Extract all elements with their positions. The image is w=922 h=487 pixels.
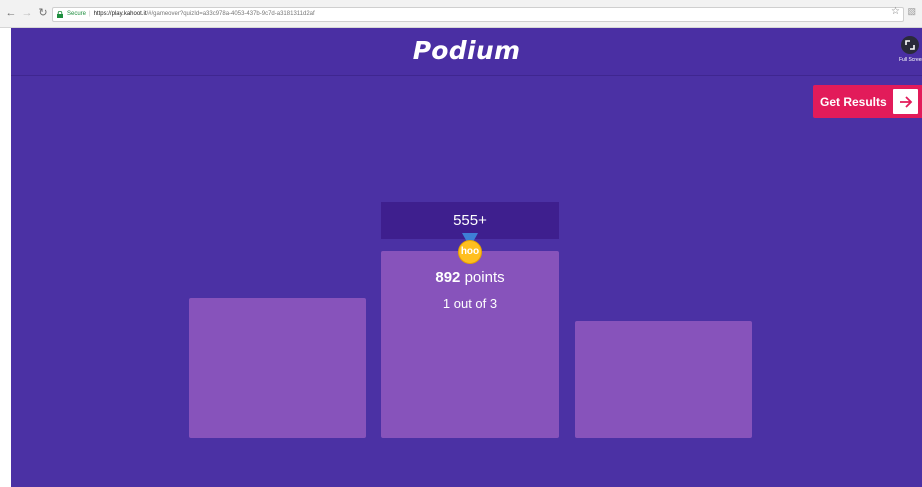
fullscreen-button[interactable]: Full Screen <box>899 36 922 70</box>
fullscreen-label: Full Screen <box>899 57 922 63</box>
arrow-right-icon <box>893 89 918 114</box>
get-results-button[interactable]: Get Results <box>813 85 922 118</box>
gold-medal-icon: hoo <box>458 233 482 265</box>
lock-icon <box>57 11 63 18</box>
forward-arrow-icon[interactable]: → <box>20 6 34 20</box>
browser-toolbar: ← → ↻ Secure | https://play.kahoot.it/#/ga… <box>0 0 922 28</box>
winner-rank: 1 out of 3 <box>442 296 498 311</box>
fullscreen-icon <box>901 36 919 54</box>
podium-third-place <box>575 321 752 438</box>
points-value: 892 <box>435 269 461 286</box>
url-separator: | <box>89 11 91 17</box>
reload-icon[interactable]: ↻ <box>36 6 50 20</box>
secure-label: Secure <box>67 11 87 17</box>
app-header: Podium Full Screen <box>11 28 922 76</box>
url-path: /#/gameover?quizId=a33c978a-4053-437b-9c… <box>146 11 315 17</box>
points-unit: points <box>464 269 505 286</box>
address-bar[interactable]: Secure | https://play.kahoot.it/#/gameover… <box>52 7 904 22</box>
extension-icon[interactable]: ▧ <box>907 6 916 17</box>
medal-label: hoo <box>458 240 482 264</box>
podium-second-place <box>189 298 366 438</box>
winner-points: 892 points <box>381 269 559 286</box>
url-host: https://play.kahoot.it <box>93 11 147 17</box>
bookmark-star-icon[interactable]: ☆ <box>891 6 900 17</box>
kahoot-app: Podium Full Screen Get Results 555+ hoo <box>11 28 922 487</box>
page-title: Podium <box>412 36 521 65</box>
back-arrow-icon[interactable]: ← <box>4 6 18 20</box>
get-results-label: Get Results <box>820 94 887 109</box>
